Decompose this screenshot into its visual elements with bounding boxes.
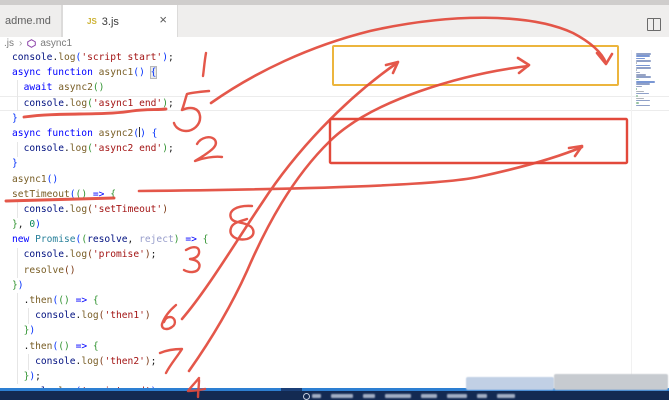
code-line[interactable]: }) [0, 278, 630, 293]
code-line[interactable]: .then(() => { [0, 339, 630, 354]
breadcrumb-symbol[interactable]: async1 [40, 38, 72, 49]
code-line[interactable]: console.log('async2 end'); [0, 141, 630, 156]
video-control-text-blur [477, 393, 487, 398]
minimap-line [636, 81, 655, 83]
video-control-text-blur [497, 393, 515, 398]
chevron-right-icon: › [19, 38, 23, 49]
video-control-text-blur [447, 393, 467, 398]
minimap-line [636, 71, 641, 74]
minimap-line [636, 104, 651, 107]
code-line[interactable]: resolve() [0, 263, 630, 278]
code-line[interactable]: setTimeout(() => { [0, 187, 630, 202]
breadcrumb-file[interactable]: .js [4, 38, 14, 49]
vscode-window: adme.md JS 3.js × .js › async1 console.l… [0, 0, 669, 400]
minimap-line [636, 85, 643, 88]
minimap-line [636, 99, 650, 102]
code-area[interactable]: console.log('script start'); async functi… [0, 50, 630, 399]
code-line[interactable]: console.log('script start'); [0, 50, 630, 65]
close-icon[interactable]: × [159, 13, 167, 27]
code-line[interactable]: } [0, 156, 630, 171]
video-tooltip-preview [554, 374, 668, 390]
minimap-line [636, 53, 652, 55]
code-line[interactable]: new Promise((resolve, reject) => { [0, 232, 630, 247]
breadcrumb: .js › async1 [0, 37, 669, 50]
code-line[interactable]: async function async2() { [0, 126, 630, 141]
minimap-line [636, 57, 645, 60]
tab-3js[interactable]: JS 3.js × [62, 5, 178, 38]
code-line[interactable]: console.log('promise'); [0, 247, 630, 262]
symbol-icon [27, 39, 37, 48]
video-control-text-blur [331, 393, 353, 398]
minimap-line [636, 102, 639, 104]
minimap-line [636, 55, 650, 57]
code-line[interactable]: }, 0) [0, 217, 630, 232]
minimap-divider [631, 50, 632, 388]
minimap-line [636, 60, 652, 62]
minimap-line [636, 74, 646, 76]
video-control-text-blur [312, 393, 321, 398]
tab-3js-label: 3.js [101, 15, 119, 28]
code-line[interactable]: async1() [0, 172, 630, 187]
minimap-line [636, 62, 637, 64]
split-editor-icon[interactable] [647, 18, 661, 31]
code-line[interactable]: async function async1() { [0, 65, 630, 80]
code-line[interactable]: } [0, 111, 630, 126]
minimap-line [636, 95, 639, 97]
minimap-line [636, 90, 645, 92]
code-line[interactable]: console.log('then2'); [0, 354, 630, 369]
minimap-line [636, 83, 650, 85]
video-control-text-blur [363, 393, 375, 398]
video-control-text-blur [385, 393, 411, 398]
code-line[interactable]: console.log('async1 end'); [0, 96, 630, 111]
minimap-line [636, 64, 650, 67]
code-line[interactable]: .then(() => { [0, 293, 630, 308]
minimap-line [636, 97, 645, 100]
video-tooltip [466, 377, 554, 390]
minimap-line [636, 76, 651, 78]
tab-readme-label: adme.md [5, 15, 51, 27]
code-line[interactable]: console.log('then1') [0, 308, 630, 323]
minimap-line [636, 78, 639, 81]
javascript-file-icon: JS [87, 17, 97, 26]
tab-bar: adme.md JS 3.js × [0, 5, 669, 38]
minimap[interactable] [636, 53, 666, 107]
minimap-line [636, 69, 637, 71]
code-line[interactable]: }) [0, 323, 630, 338]
tab-readme[interactable]: adme.md [0, 5, 62, 37]
video-control-icon[interactable] [303, 392, 310, 400]
code-line[interactable]: await async2() [0, 80, 630, 95]
code-line[interactable]: console.log('setTimeout') [0, 202, 630, 217]
minimap-line [636, 67, 652, 69]
minimap-line [636, 92, 650, 95]
video-control-text-blur [421, 393, 437, 398]
minimap-line [636, 88, 638, 90]
